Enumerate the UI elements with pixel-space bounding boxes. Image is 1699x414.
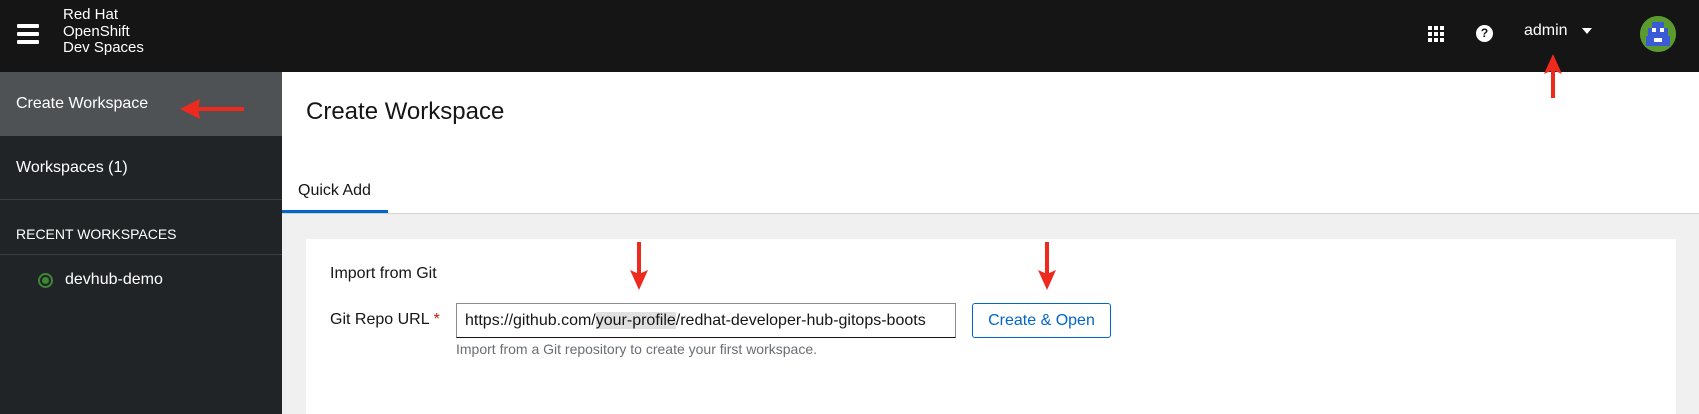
git-repo-url-label: Git Repo URL * [330,311,440,329]
url-suffix: /redhat-developer-hub-gitops-boots [675,312,926,329]
tab-quick-add[interactable]: Quick Add [298,182,371,200]
git-repo-url-input[interactable]: https://github.com/your-profile/redhat-d… [456,303,956,338]
avatar[interactable] [1640,16,1676,52]
git-repo-url-helper: Import from a Git repository to create y… [456,341,818,357]
user-name: admin [1524,22,1568,39]
annotation-arrow-down-icon [630,242,648,290]
import-from-git-title: Import from Git [330,265,437,282]
grid-icon[interactable] [1428,26,1446,42]
annotation-arrow-down-icon [1038,242,1056,290]
masthead: Red Hat OpenShift Dev Spaces ? admin [0,0,1699,72]
annotation-arrow-left-icon [180,99,244,119]
import-from-git-card: Import from Git Git Repo URL * https://gi… [306,239,1676,414]
user-menu-toggle[interactable]: admin [1524,22,1592,40]
page-header: Create Workspace Quick Add [282,72,1699,214]
running-status-icon [38,272,53,288]
brand-line-3: Dev Spaces [63,39,144,56]
git-repo-url-label-text: Git Repo URL [330,311,430,328]
annotation-arrow-up-icon [1544,54,1562,98]
caret-down-icon [1581,28,1592,34]
create-and-open-button[interactable]: Create & Open [972,303,1111,338]
recent-workspace-label: devhub-demo [65,271,163,288]
sidebar-item-workspaces[interactable]: Workspaces (1) [0,136,282,200]
page-title: Create Workspace [306,98,505,125]
active-tab-indicator [282,210,388,213]
question-circle-icon[interactable]: ? [1476,25,1493,42]
url-highlight: your-profile [595,312,676,329]
url-prefix: https://github.com/ [465,312,596,329]
brand-logo[interactable]: Red Hat OpenShift Dev Spaces [63,6,144,57]
required-mark: * [433,311,440,328]
brand-line-2: OpenShift [63,22,130,40]
recent-workspace-item[interactable]: devhub-demo [38,271,163,289]
divider [0,254,282,255]
recent-workspaces-heading: RECENT WORKSPACES [16,226,177,242]
hamburger-menu-icon[interactable] [17,24,39,44]
brand-line-1: Red Hat [63,6,119,23]
